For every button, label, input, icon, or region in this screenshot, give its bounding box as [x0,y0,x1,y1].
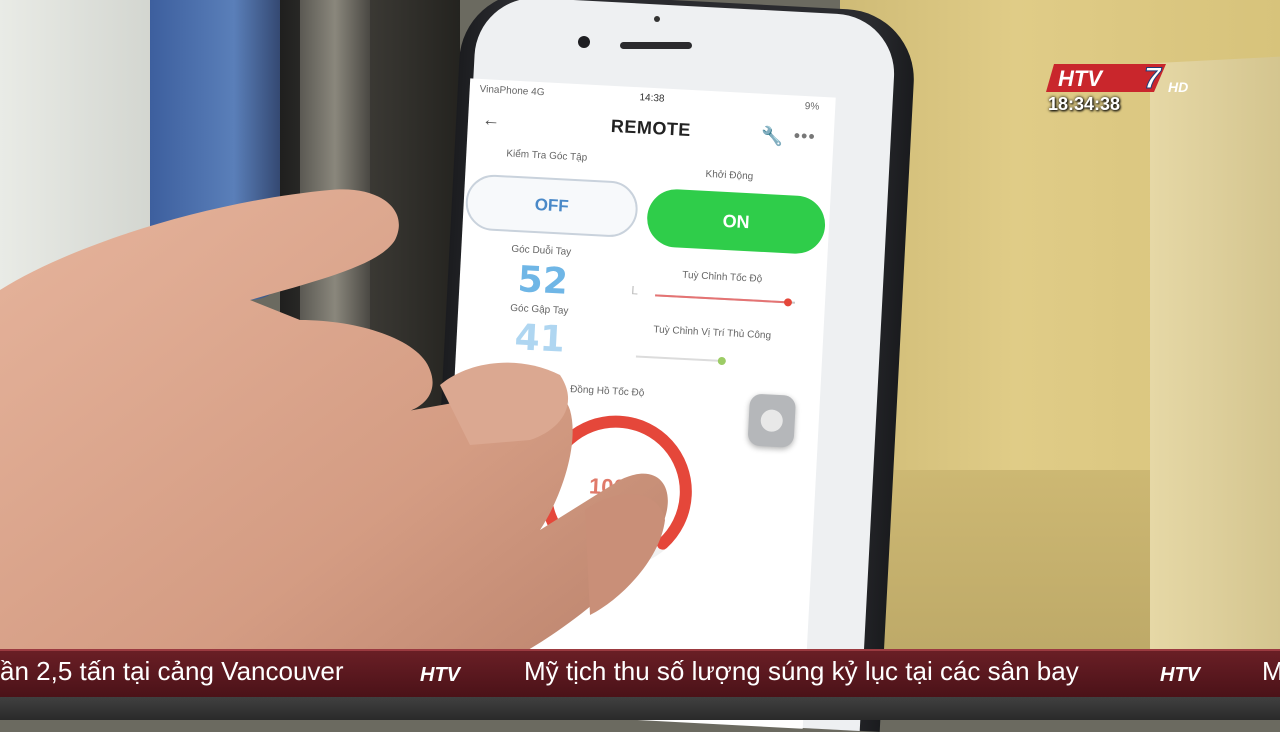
speed-slider-thumb[interactable] [783,298,793,307]
position-slider-track[interactable] [635,355,726,363]
off-button[interactable]: OFF [464,173,640,239]
front-camera-icon [578,36,590,48]
battery-status: 9% [804,100,820,113]
bottom-strip [0,697,1280,720]
broadcast-clock: 18:34:38 [1048,94,1121,114]
svg-text:HTV: HTV [1160,664,1202,685]
speedometer-label: Đồng Hồ Tốc Độ [569,384,645,399]
ticker-headline-3: M [1262,656,1280,686]
ticker-top-border [0,649,1280,651]
htv7-logo: HTV 7 HD [1046,62,1188,96]
bend-angle-label: Góc Gập Tay [509,302,569,317]
bend-angle-value: 41 [513,317,566,361]
speed-adjust-label: Tuỳ Chỉnh Tốc Độ [681,269,763,285]
speed-slider-fill [655,294,789,304]
wrench-icon[interactable]: 🔧 [761,126,784,148]
app-screen: VinaPhone 4G 14:38 9% ← REMOTE 🔧 ••• Kiể… [437,78,836,729]
position-slider-thumb[interactable] [717,356,726,366]
svg-text:HTV: HTV [420,664,462,685]
background-metal-post [300,0,370,400]
status-carrier: VinaPhone 4G [479,83,545,99]
phone-speaker [620,42,692,49]
ticker-headline-1: ần 2,5 tấn tại cảng Vancouver [0,656,344,686]
on-button[interactable]: ON [645,187,827,256]
floating-assistive-button[interactable] [747,393,797,448]
svg-text:HTV: HTV [1058,66,1104,91]
start-label: Khởi Động [705,168,754,183]
background-blue-panel [150,0,290,300]
htv-logo-icon: HTV [420,664,462,685]
ticker-headline-2: Mỹ tịch thu số lượng súng kỷ lục tại các… [524,656,1079,686]
more-icon[interactable]: ••• [793,125,816,147]
status-time: 14:38 [639,92,665,105]
speedometer-value: 100% [588,473,646,502]
background-board [1150,56,1280,704]
extend-angle-value: 52 [516,259,569,303]
position-adjust-label: Tuỳ Chỉnh Vị Trí Thủ Công [653,324,772,342]
extend-angle-label: Góc Duỗi Tay [511,243,572,258]
htv-logo-icon: HTV [1160,664,1202,685]
news-ticker: ần 2,5 tấn tại cảng Vancouver HTV Mỹ tịc… [0,649,1280,697]
phone-sensor [654,16,660,22]
svg-text:7: 7 [1144,62,1162,95]
check-angle-label: Kiểm Tra Góc Tập [506,148,588,164]
speed-slider-start-label: L [631,283,639,298]
svg-text:HD: HD [1168,79,1188,95]
